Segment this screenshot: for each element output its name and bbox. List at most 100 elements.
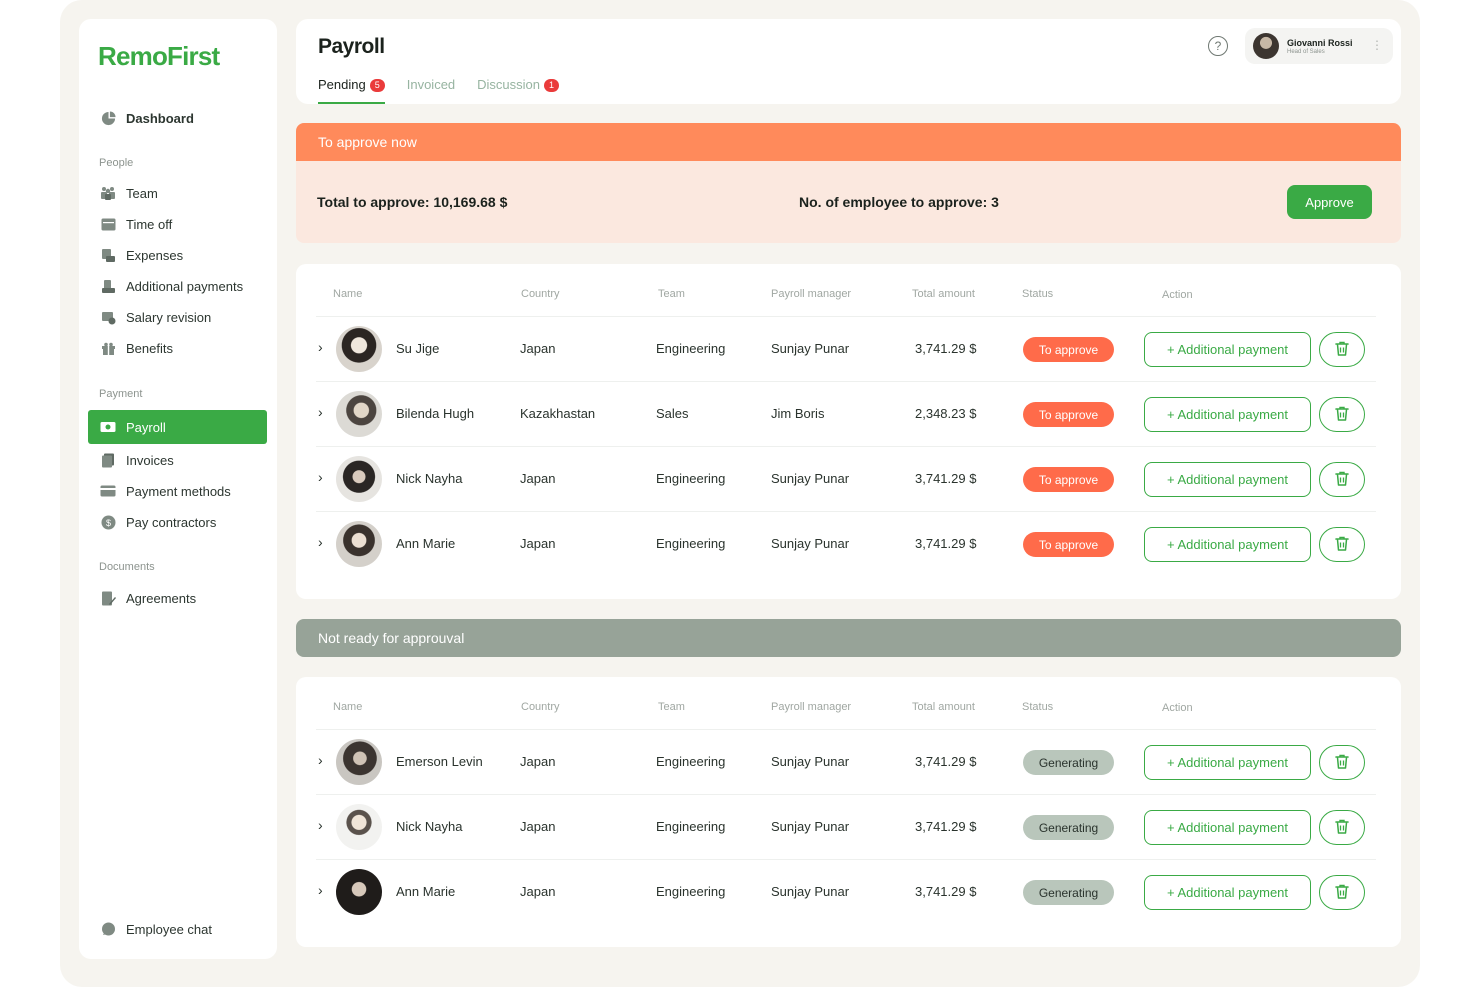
user-menu[interactable]: Giovanni Rossi Head of Sales ⋮ [1245, 28, 1393, 64]
sidebar-item-label: Pay contractors [126, 514, 217, 530]
additional-payment-button[interactable]: + Additional payment [1144, 745, 1311, 780]
coin-icon: $ [100, 514, 116, 530]
employee-team: Engineering [656, 341, 726, 356]
section-label-documents: Documents [99, 561, 155, 573]
help-icon[interactable]: ? [1208, 36, 1228, 56]
table-row[interactable]: › Nick Nayha Japan Engineering Sunjay Punar 3… [316, 446, 1376, 511]
employee-team: Engineering [656, 819, 726, 834]
table-row[interactable]: › Bilenda Hugh Kazakhastan Sales Jim Boris 2,… [316, 381, 1376, 446]
delete-button[interactable] [1319, 462, 1365, 497]
status-badge: Generating [1023, 880, 1114, 905]
additional-payment-button[interactable]: + Additional payment [1144, 527, 1311, 562]
table-row[interactable]: › Ann Marie Japan Engineering Sunjay Punar 3,… [316, 859, 1376, 924]
count-badge: 1 [544, 79, 560, 92]
sidebar-item-additional-payments[interactable]: Additional payments [88, 269, 267, 303]
chevron-right-icon[interactable]: › [318, 817, 323, 833]
avatar [336, 391, 382, 437]
chevron-right-icon[interactable]: › [318, 469, 323, 485]
delete-button[interactable] [1319, 875, 1365, 910]
payroll-manager: Jim Boris [771, 406, 825, 421]
status-badge: To approve [1023, 467, 1114, 492]
sidebar-item-dashboard[interactable]: Dashboard [88, 101, 267, 135]
more-vertical-icon[interactable]: ⋮ [1371, 38, 1383, 52]
table-row[interactable]: › Nick Nayha Japan Engineering Sunjay Punar 3… [316, 794, 1376, 859]
additional-payment-button[interactable]: + Additional payment [1144, 397, 1311, 432]
table-row[interactable]: › Emerson Levin Japan Engineering Sunjay Pun… [316, 729, 1376, 794]
employee-country: Japan [520, 471, 556, 486]
tab-discussion[interactable]: Discussion 1 [477, 77, 560, 104]
column-header-status: Status [1022, 288, 1054, 300]
delete-button[interactable] [1319, 332, 1365, 367]
receipt-icon [100, 247, 116, 263]
avatar [336, 456, 382, 502]
column-header-status: Status [1022, 701, 1054, 713]
chevron-right-icon[interactable]: › [318, 882, 323, 898]
sidebar-item-time-off[interactable]: Time off [88, 207, 267, 241]
additional-payment-button[interactable]: + Additional payment [1144, 875, 1311, 910]
approve-section-title: To approve now [296, 123, 1401, 161]
sidebar-item-invoices[interactable]: Invoices [88, 443, 267, 477]
employee-name: Nick Nayha [396, 819, 463, 834]
payroll-manager: Sunjay Punar [771, 819, 850, 834]
employee-name: Su Jige [396, 341, 440, 356]
employee-name: Ann Marie [396, 884, 456, 899]
sidebar-item-expenses[interactable]: Expenses [88, 238, 267, 272]
sidebar-item-benefits[interactable]: Benefits [88, 331, 267, 365]
approve-button[interactable]: Approve [1287, 185, 1372, 219]
sidebar-item-salary-revision[interactable]: Salary revision [88, 300, 267, 334]
svg-text:$: $ [105, 518, 110, 528]
total-amount: 3,741.29 $ [915, 819, 977, 834]
chat-icon [100, 921, 116, 937]
total-amount: 2,348.23 $ [915, 406, 977, 421]
salary-revision-icon [100, 309, 116, 325]
chevron-right-icon[interactable]: › [318, 404, 323, 420]
avatar [1253, 33, 1279, 59]
tab-invoiced[interactable]: Invoiced [407, 77, 455, 104]
sidebar-item-team[interactable]: Team [88, 176, 267, 210]
column-header-team: Team [658, 701, 685, 713]
delete-button[interactable] [1319, 397, 1365, 432]
trash-icon [1334, 535, 1350, 555]
total-amount: 3,741.29 $ [915, 341, 977, 356]
employee-name: Nick Nayha [396, 471, 463, 486]
payroll-manager: Sunjay Punar [771, 754, 850, 769]
avatar [336, 869, 382, 915]
additional-payment-button[interactable]: + Additional payment [1144, 332, 1311, 367]
sidebar-item-agreements[interactable]: Agreements [88, 581, 267, 615]
pie-chart-icon [100, 110, 116, 126]
table-header: Name Country Team Payroll manager Total … [296, 264, 1401, 320]
employee-country: Japan [520, 754, 556, 769]
chevron-right-icon[interactable]: › [318, 339, 323, 355]
sidebar-item-payment-methods[interactable]: Payment methods [88, 474, 267, 508]
delete-button[interactable] [1319, 527, 1365, 562]
table-row[interactable]: › Su Jige Japan Engineering Sunjay Punar 3,74… [316, 316, 1376, 381]
pending-table: Name Country Team Payroll manager Total … [296, 264, 1401, 599]
total-amount: 3,741.29 $ [915, 754, 977, 769]
column-header-name: Name [333, 701, 363, 713]
trash-icon [1334, 753, 1350, 773]
additional-payment-button[interactable]: + Additional payment [1144, 462, 1311, 497]
sidebar-item-payroll[interactable]: Payroll [88, 410, 267, 444]
sidebar-item-employee-chat[interactable]: Employee chat [88, 912, 267, 946]
document-icon [100, 452, 116, 468]
additional-payment-button[interactable]: + Additional payment [1144, 810, 1311, 845]
not-ready-table: Name Country Team Payroll manager Total … [296, 677, 1401, 947]
tab-pending[interactable]: Pending 5 [318, 77, 385, 104]
delete-button[interactable] [1319, 810, 1365, 845]
chevron-right-icon[interactable]: › [318, 534, 323, 550]
chevron-right-icon[interactable]: › [318, 752, 323, 768]
column-header-country: Country [521, 701, 560, 713]
delete-button[interactable] [1319, 745, 1365, 780]
table-row[interactable]: › Ann Marie Japan Engineering Sunjay Punar 3,… [316, 511, 1376, 576]
sidebar-item-pay-contractors[interactable]: $ Pay contractors [88, 505, 267, 539]
total-to-approve: Total to approve: 10,169.68 $ [317, 194, 508, 210]
tab-label: Pending [318, 77, 366, 92]
trash-icon [1334, 405, 1350, 425]
money-hand-icon [100, 278, 116, 294]
status-badge: Generating [1023, 815, 1114, 840]
user-info: Giovanni Rossi Head of Sales [1287, 38, 1353, 55]
total-amount: 3,741.29 $ [915, 536, 977, 551]
remofirst-logo: RemoFirst [98, 41, 220, 71]
sidebar-item-label: Expenses [126, 247, 184, 263]
sidebar: RemoFirst Dashboard People Team Time off… [79, 19, 277, 959]
